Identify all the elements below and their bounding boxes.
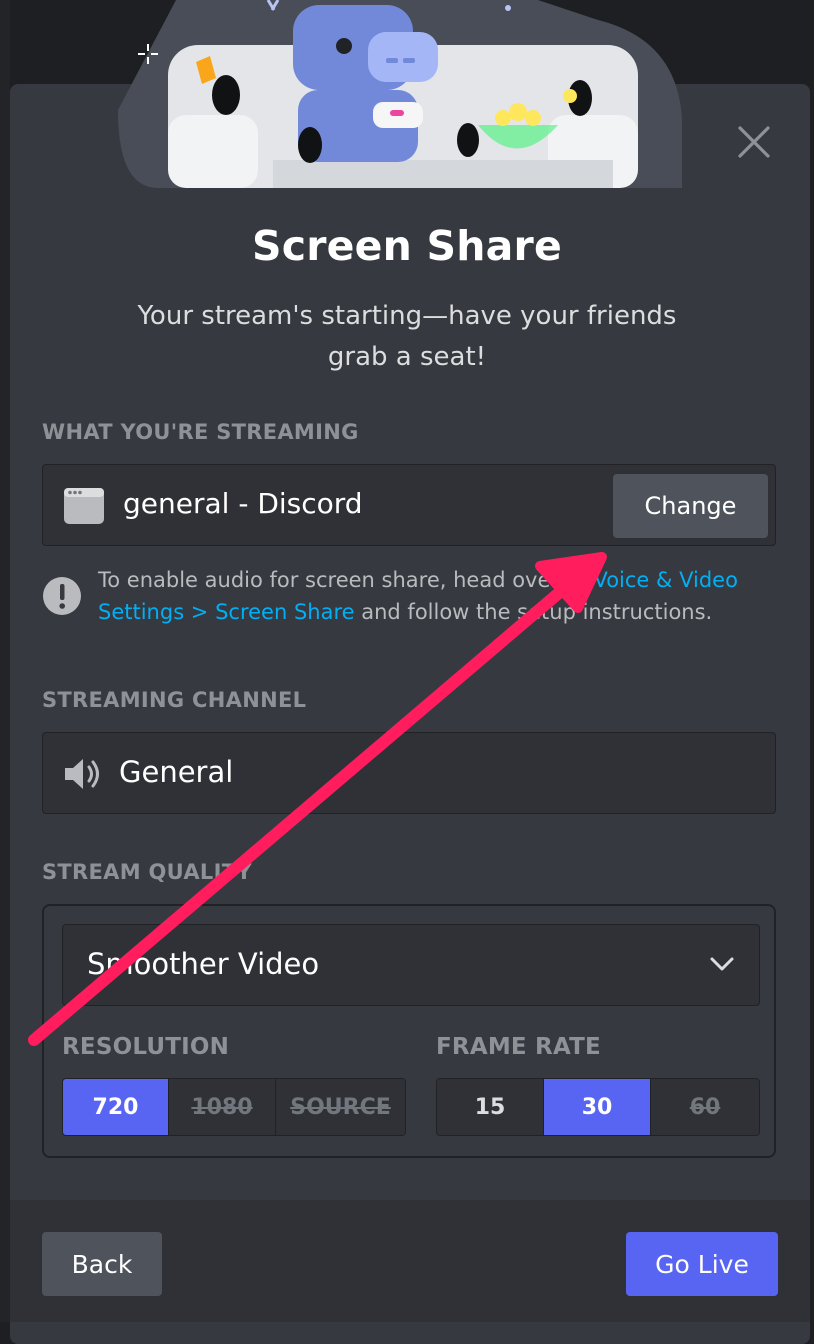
frame-rate-option-60: 60	[651, 1079, 759, 1135]
audio-notice: To enable audio for screen share, head o…	[98, 564, 758, 628]
resolution-option-1080: 1080	[169, 1079, 276, 1135]
background-app	[0, 0, 10, 1322]
close-button[interactable]	[730, 118, 778, 166]
streaming-section-label: WHAT YOU'RE STREAMING	[42, 420, 359, 444]
channel-section-label: STREAMING CHANNEL	[42, 688, 307, 712]
audio-notice-prefix: To enable audio for screen share, head o…	[98, 568, 594, 592]
change-source-button[interactable]: Change	[613, 474, 768, 538]
frame-rate-label: FRAME RATE	[436, 1034, 601, 1060]
go-live-button[interactable]: Go Live	[626, 1232, 778, 1296]
speaker-icon	[65, 759, 99, 789]
header-illustration	[118, 0, 682, 188]
resolution-option-source: SOURCE	[276, 1079, 405, 1135]
streaming-channel-name: General	[119, 755, 234, 789]
frame-rate-option-30[interactable]: 30	[544, 1079, 651, 1135]
audio-notice-suffix: and follow the setup instructions.	[354, 600, 713, 624]
quality-preset-select[interactable]: Smoother Video	[62, 924, 760, 1006]
info-icon	[43, 577, 81, 615]
back-button[interactable]: Back	[42, 1232, 162, 1296]
streaming-channel-box: General	[42, 732, 776, 814]
frame-rate-selector: 15 30 60	[436, 1078, 760, 1136]
resolution-selector: 720 1080 SOURCE	[62, 1078, 406, 1136]
frame-rate-option-15[interactable]: 15	[437, 1079, 544, 1135]
modal-title: Screen Share	[252, 222, 562, 270]
stream-source-box: general - Discord Change	[42, 464, 776, 546]
close-icon	[738, 126, 770, 158]
modal-subtitle: Your stream's starting—have your friends…	[137, 301, 677, 372]
resolution-label: RESOLUTION	[62, 1034, 230, 1060]
chevron-down-icon	[710, 957, 734, 971]
quality-section-label: STREAM QUALITY	[42, 860, 252, 884]
window-icon	[64, 488, 104, 524]
sparkle-icon	[138, 44, 158, 64]
resolution-option-720[interactable]: 720	[63, 1079, 169, 1135]
stream-quality-panel: Smoother Video RESOLUTION 720 1080 SOURC…	[42, 904, 776, 1158]
quality-preset-value: Smoother Video	[87, 947, 320, 981]
stream-source-name: general - Discord	[123, 487, 363, 520]
